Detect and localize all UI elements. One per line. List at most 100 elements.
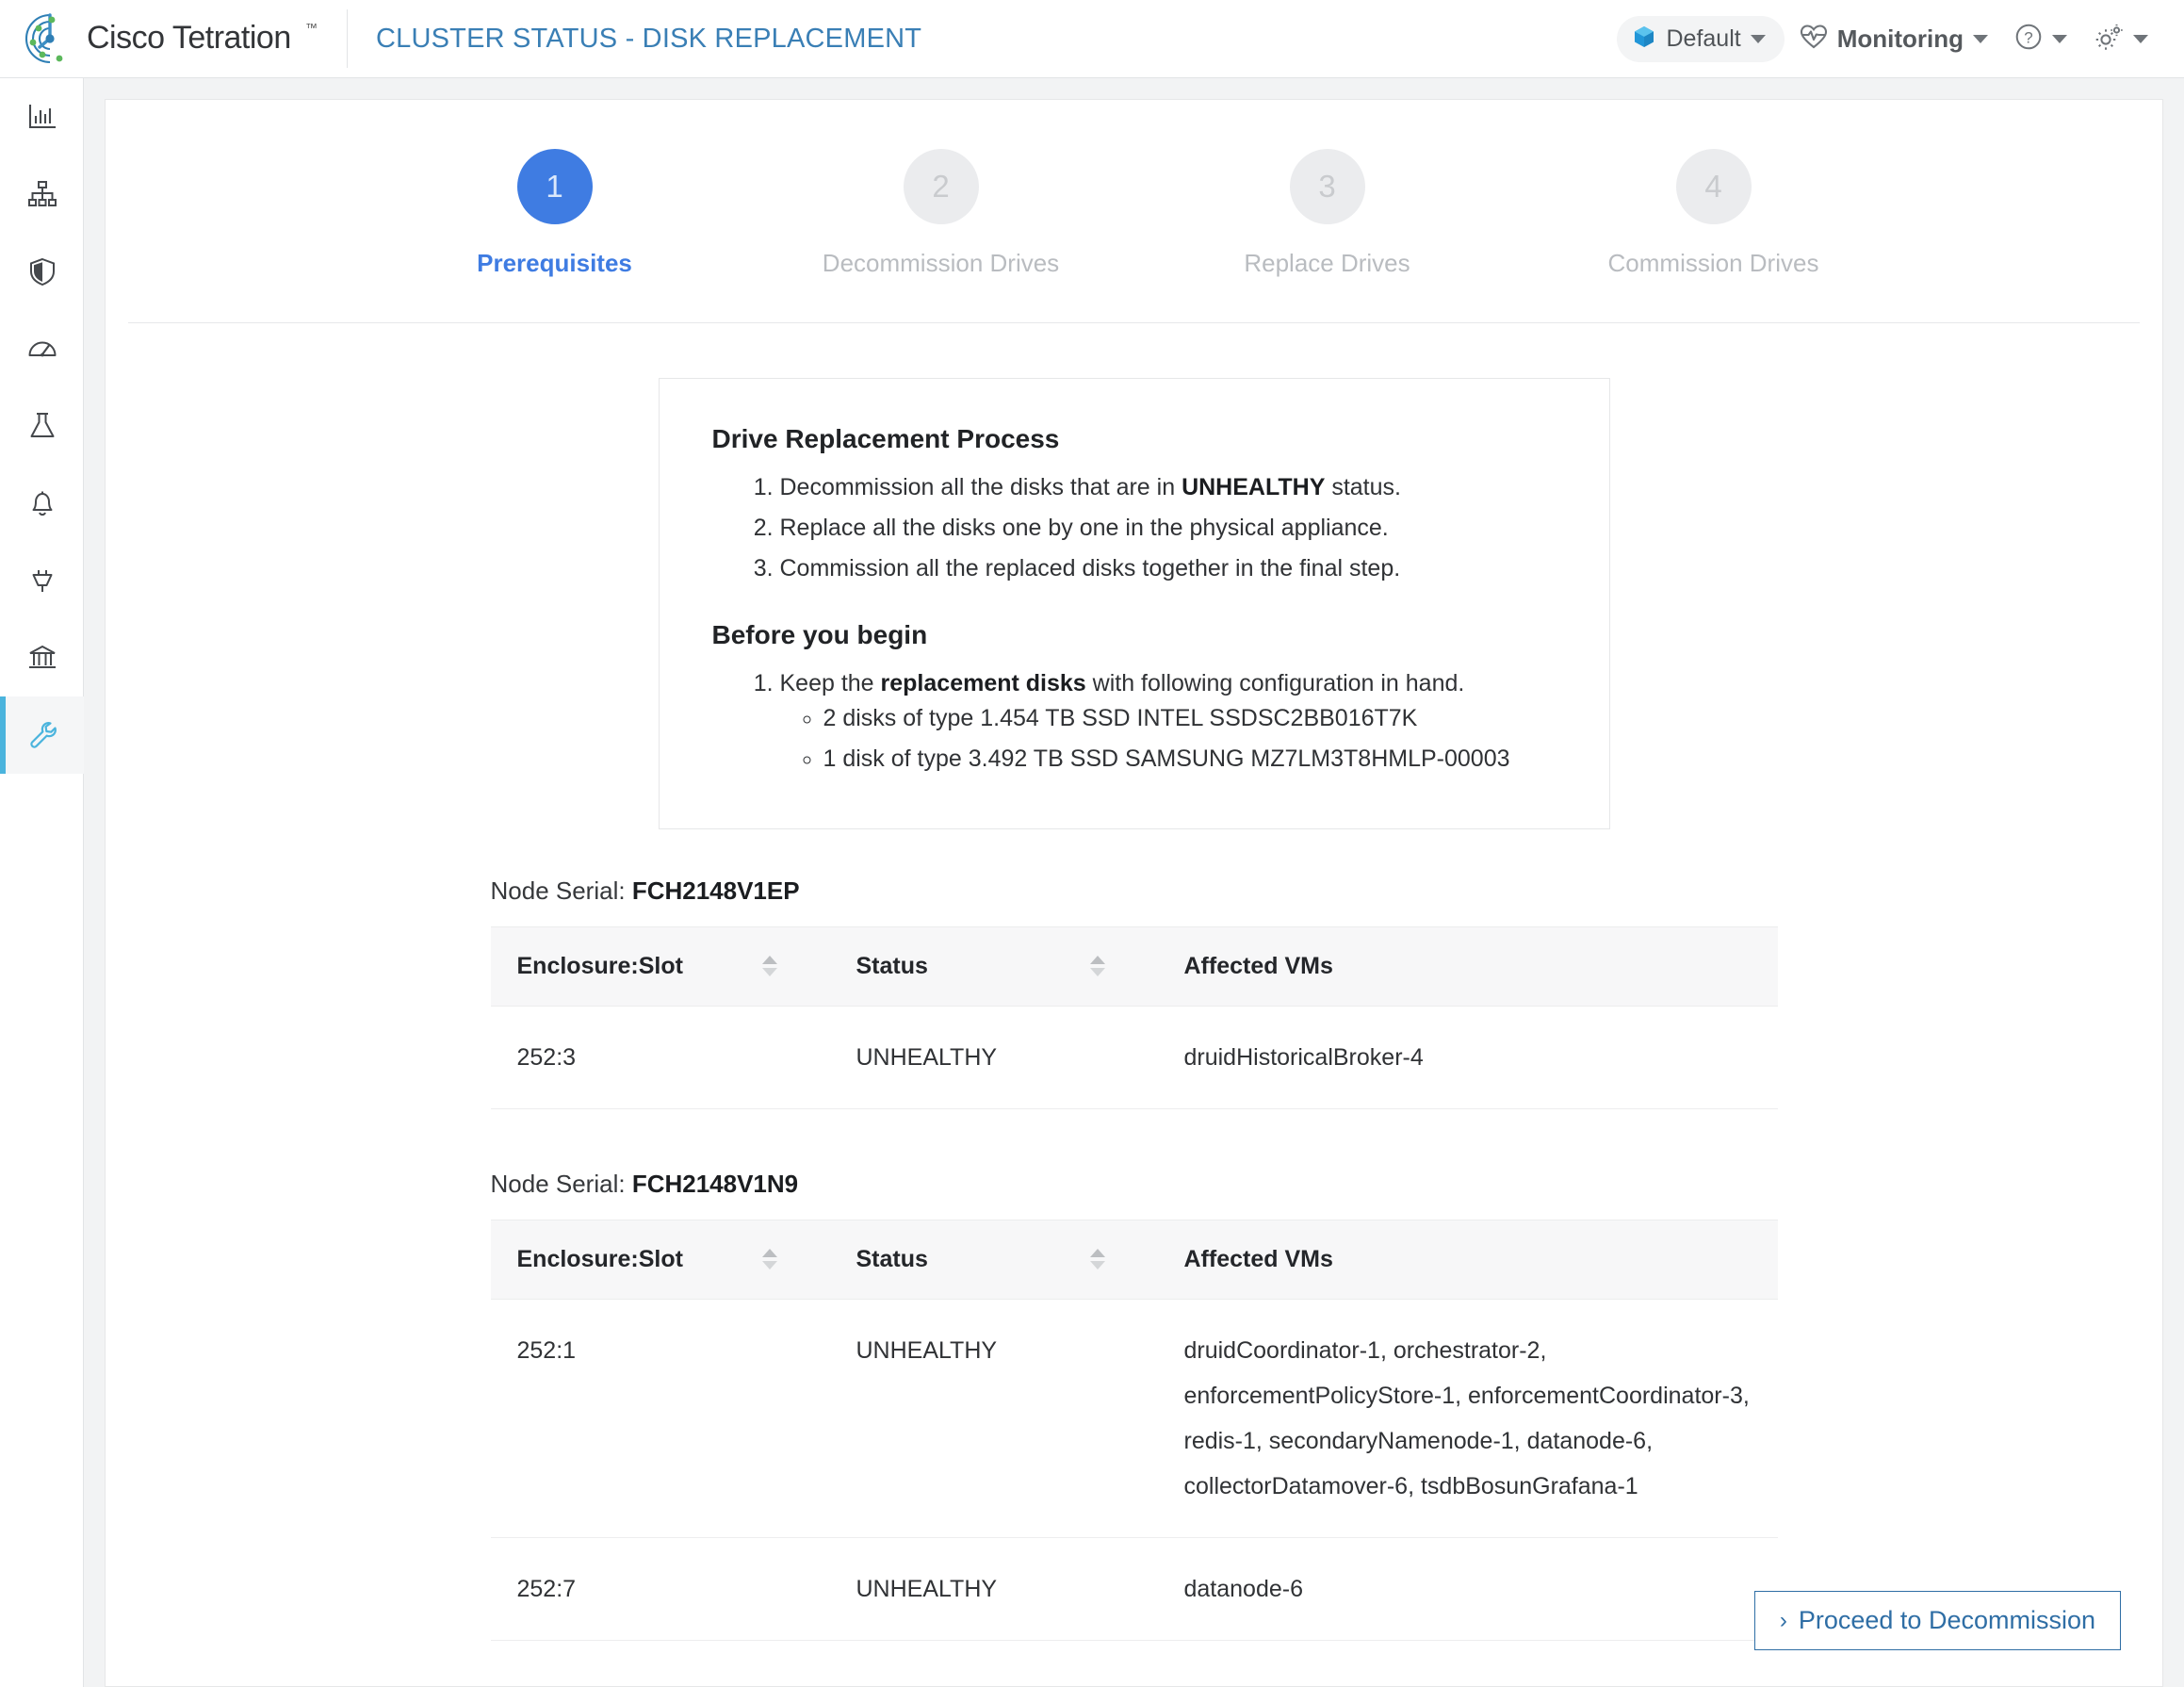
flask-icon bbox=[26, 410, 58, 442]
column-header-label: Status bbox=[856, 1245, 928, 1272]
brand-wordmark: Cisco Tetration ™ bbox=[87, 17, 322, 60]
step-circle: 1 bbox=[516, 149, 593, 224]
sidebar-item-topology[interactable] bbox=[0, 156, 84, 233]
sidebar-item-connectors[interactable] bbox=[0, 542, 84, 619]
question-circle-icon: ? bbox=[2014, 23, 2043, 56]
cell-affected-vms: druidHistoricalBroker-4 bbox=[1157, 1006, 1778, 1109]
before-you-begin-heading: Before you begin bbox=[711, 620, 928, 650]
disk-requirement-list: 2 disks of type 1.454 TB SSD INTEL SSDSC… bbox=[823, 698, 1557, 779]
node-serial-value: FCH2148V1N9 bbox=[631, 1169, 799, 1198]
help-menu[interactable]: ? bbox=[2003, 14, 2078, 64]
sidebar-item-maintenance[interactable] bbox=[0, 696, 84, 774]
node-serial-prefix: Node Serial: bbox=[490, 1169, 632, 1198]
column-header-label: Affected VMs bbox=[1183, 952, 1333, 979]
sidebar-item-security[interactable] bbox=[0, 233, 84, 310]
process-text-pre: Decommission all the disks that are in bbox=[779, 474, 1182, 500]
step-label: Decommission Drives bbox=[822, 249, 1060, 277]
sidebar-item-alerts[interactable] bbox=[0, 465, 84, 542]
sort-toggle-icon[interactable] bbox=[1089, 956, 1105, 976]
wizard-step-4[interactable]: 4 Commission Drives bbox=[1521, 149, 1907, 278]
svg-text:™: ™ bbox=[305, 21, 318, 35]
wizard-step-3[interactable]: 3 Replace Drives bbox=[1134, 149, 1521, 278]
list-item: Replace all the disks one by one in the … bbox=[780, 508, 1557, 549]
list-item: Decommission all the disks that are in U… bbox=[780, 467, 1557, 508]
proceed-button-label: Proceed to Decommission bbox=[1798, 1606, 2095, 1634]
node-serial-prefix: Node Serial: bbox=[490, 876, 632, 905]
monitoring-menu[interactable]: Monitoring bbox=[1788, 15, 1999, 63]
before-you-begin-list: Keep the replacement disks with followin… bbox=[780, 663, 1557, 786]
wizard-step-2[interactable]: 2 Decommission Drives bbox=[748, 149, 1134, 278]
column-header-label: Enclosure:Slot bbox=[516, 952, 683, 979]
wizard-step-1[interactable]: 1 Prerequisites bbox=[362, 149, 748, 278]
table-header-row: Enclosure:Slot Status Affected VMs bbox=[490, 1219, 1778, 1300]
column-header-enclosure-slot[interactable]: Enclosure:Slot bbox=[490, 925, 830, 1007]
bar-chart-icon bbox=[26, 101, 58, 133]
column-header-status[interactable]: Status bbox=[829, 925, 1158, 1007]
page-title: CLUSTER STATUS - DISK REPLACEMENT bbox=[376, 23, 922, 54]
bell-icon bbox=[26, 487, 58, 519]
sidebar-item-performance[interactable] bbox=[0, 310, 84, 387]
sidebar-item-lab[interactable] bbox=[0, 387, 84, 465]
process-text-pre: Commission all the replaced disks togeth… bbox=[779, 554, 1401, 581]
table-row: 252:1 UNHEALTHY druidCoordinator-1, orches… bbox=[490, 1299, 1778, 1538]
brand-logo[interactable]: Cisco Tetration ™ bbox=[0, 0, 347, 78]
instructions-card: Drive Replacement Process Decommission a… bbox=[658, 378, 1610, 829]
cell-status: UNHEALTHY bbox=[829, 1537, 1158, 1641]
sort-toggle-icon[interactable] bbox=[761, 1249, 777, 1269]
process-step-list: Decommission all the disks that are in U… bbox=[780, 467, 1557, 588]
chevron-down-icon bbox=[2133, 34, 2148, 43]
cell-status: UNHEALTHY bbox=[829, 1006, 1158, 1109]
stepper-divider bbox=[128, 322, 2140, 323]
wizard-panel: 1 Prerequisites 2 Decommission Drives 3 Repla… bbox=[105, 99, 2163, 1687]
node-serial-label: Node Serial: FCH2148V1EP bbox=[491, 876, 1778, 906]
process-text-bold: UNHEALTHY bbox=[1182, 474, 1326, 500]
settings-menu[interactable] bbox=[2082, 14, 2160, 64]
sidebar-item-dashboard[interactable] bbox=[0, 78, 84, 156]
list-item: Keep the replacement disks with followin… bbox=[780, 663, 1557, 786]
column-header-affected-vms: Affected VMs bbox=[1157, 925, 1778, 1007]
wizard-footer: › Proceed to Decommission bbox=[1753, 1591, 2121, 1650]
disk-requirement-item: 1 disk of type 3.492 TB SSD SAMSUNG MZ7L… bbox=[823, 739, 1557, 779]
column-header-status[interactable]: Status bbox=[829, 1219, 1158, 1300]
column-header-label: Status bbox=[856, 952, 928, 979]
org-chart-icon bbox=[26, 178, 58, 210]
proceed-to-decommission-button[interactable]: › Proceed to Decommission bbox=[1753, 1591, 2121, 1650]
header-divider bbox=[347, 9, 348, 68]
svg-text:?: ? bbox=[2024, 28, 2032, 46]
shield-icon bbox=[26, 255, 58, 287]
drives-table: Enclosure:Slot Status Affected VMs 252:1 UNH… bbox=[490, 1219, 1778, 1641]
step-label: Commission Drives bbox=[1607, 249, 1819, 277]
cell-status: UNHEALTHY bbox=[829, 1299, 1158, 1538]
top-header: Cisco Tetration ™ CLUSTER STATUS - DISK … bbox=[0, 0, 2184, 78]
drives-table: Enclosure:Slot Status Affected VMs 252:3 UNH… bbox=[490, 925, 1778, 1109]
sort-toggle-icon[interactable] bbox=[761, 956, 777, 976]
cell-enclosure-slot: 252:1 bbox=[490, 1299, 830, 1538]
cell-enclosure-slot: 252:3 bbox=[490, 1006, 830, 1109]
node-section: Node Serial: FCH2148V1EP Enclosure:Slot St… bbox=[490, 876, 1778, 1109]
node-serial-value: FCH2148V1EP bbox=[631, 876, 800, 905]
step-label: Replace Drives bbox=[1244, 249, 1410, 277]
scope-selector[interactable]: Default bbox=[1617, 15, 1785, 62]
svg-text:Cisco Tetration: Cisco Tetration bbox=[87, 20, 291, 56]
step-circle: 3 bbox=[1289, 149, 1365, 224]
column-header-label: Affected VMs bbox=[1183, 1245, 1333, 1272]
cisco-tetration-logo-icon bbox=[21, 9, 79, 68]
step-circle: 4 bbox=[1675, 149, 1752, 224]
step-label: Prerequisites bbox=[477, 249, 632, 277]
column-header-enclosure-slot[interactable]: Enclosure:Slot bbox=[490, 1219, 830, 1300]
chevron-down-icon bbox=[1973, 34, 1988, 43]
bank-icon bbox=[26, 642, 58, 674]
sort-toggle-icon[interactable] bbox=[1089, 1249, 1105, 1269]
table-row: 252:7 UNHEALTHY datanode-6 bbox=[490, 1537, 1778, 1641]
begin-text-bold: replacement disks bbox=[880, 670, 1086, 697]
begin-text-pre: Keep the bbox=[779, 670, 881, 697]
chevron-right-icon: › bbox=[1779, 1607, 1787, 1633]
table-header-row: Enclosure:Slot Status Affected VMs bbox=[490, 925, 1778, 1007]
column-header-label: Enclosure:Slot bbox=[516, 1245, 683, 1272]
chevron-down-icon bbox=[2052, 34, 2067, 43]
cube-icon bbox=[1632, 25, 1656, 54]
table-row: 252:3 UNHEALTHY druidHistoricalBroker-4 bbox=[490, 1006, 1778, 1109]
step-circle: 2 bbox=[903, 149, 979, 224]
gauge-icon bbox=[26, 333, 58, 365]
sidebar-item-organization[interactable] bbox=[0, 619, 84, 696]
